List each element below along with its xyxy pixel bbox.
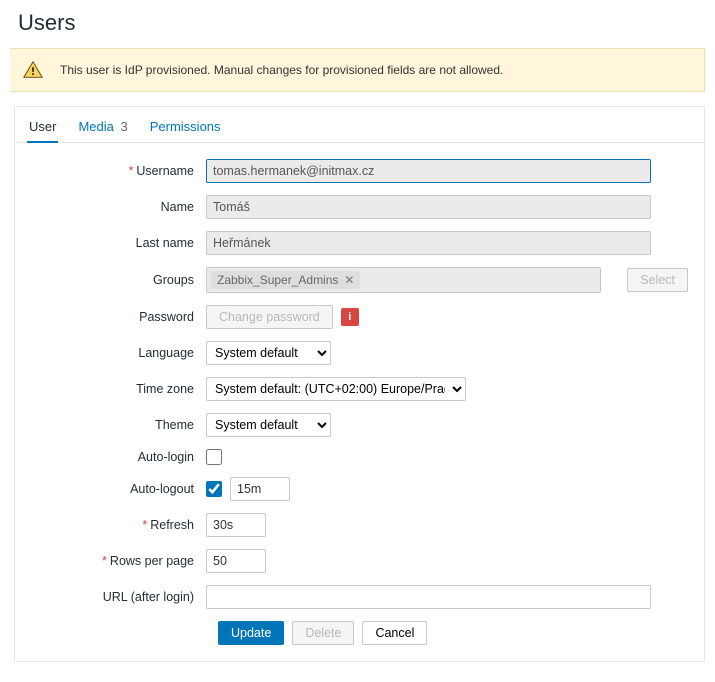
cancel-button[interactable]: Cancel <box>362 621 427 645</box>
tab-media-label: Media <box>78 119 113 134</box>
label-autologout: Auto-logout <box>31 482 206 496</box>
update-button[interactable]: Update <box>218 621 284 645</box>
url-field[interactable] <box>206 585 651 609</box>
user-edit-panel: User Media 3 Permissions *Username Name <box>14 106 705 662</box>
group-pill-label: Zabbix_Super_Admins <box>217 273 338 287</box>
groups-field[interactable]: Zabbix_Super_Admins ✕ <box>206 267 601 293</box>
username-field[interactable] <box>206 159 651 183</box>
page-title: Users <box>18 10 705 36</box>
label-rows: *Rows per page <box>31 554 206 568</box>
autologin-checkbox[interactable] <box>206 449 222 465</box>
tab-media[interactable]: Media 3 <box>76 115 129 142</box>
tab-media-badge: 3 <box>121 119 128 134</box>
change-password-button: Change password <box>206 305 333 329</box>
info-icon[interactable]: i <box>341 308 359 326</box>
tab-permissions[interactable]: Permissions <box>148 115 223 142</box>
label-password: Password <box>31 310 206 324</box>
language-select[interactable]: System default <box>206 341 331 365</box>
autologout-checkbox[interactable] <box>206 481 222 497</box>
label-refresh: *Refresh <box>31 518 206 532</box>
label-lastname: Last name <box>31 236 206 250</box>
label-name: Name <box>31 200 206 214</box>
rows-per-page-field[interactable] <box>206 549 266 573</box>
notice-text: This user is IdP provisioned. Manual cha… <box>60 63 503 77</box>
tab-user[interactable]: User <box>27 115 58 142</box>
select-groups-button: Select <box>627 268 688 292</box>
label-groups: Groups <box>31 273 206 287</box>
user-form: *Username Name Last name Groups <box>15 143 704 645</box>
label-username: *Username <box>31 164 206 178</box>
idp-warning-notice: This user is IdP provisioned. Manual cha… <box>10 48 705 92</box>
group-pill: Zabbix_Super_Admins ✕ <box>211 271 360 289</box>
autologout-value[interactable] <box>230 477 290 501</box>
label-language: Language <box>31 346 206 360</box>
label-autologin: Auto-login <box>31 450 206 464</box>
remove-group-icon: ✕ <box>344 273 354 287</box>
theme-select[interactable]: System default <box>206 413 331 437</box>
lastname-field[interactable] <box>206 231 651 255</box>
refresh-field[interactable] <box>206 513 266 537</box>
timezone-select[interactable]: System default: (UTC+02:00) Europe/Pragu… <box>206 377 466 401</box>
name-field[interactable] <box>206 195 651 219</box>
label-timezone: Time zone <box>31 382 206 396</box>
label-theme: Theme <box>31 418 206 432</box>
tab-bar: User Media 3 Permissions <box>15 107 704 143</box>
delete-button: Delete <box>292 621 354 645</box>
label-url: URL (after login) <box>31 590 206 604</box>
warning-icon <box>22 59 44 81</box>
